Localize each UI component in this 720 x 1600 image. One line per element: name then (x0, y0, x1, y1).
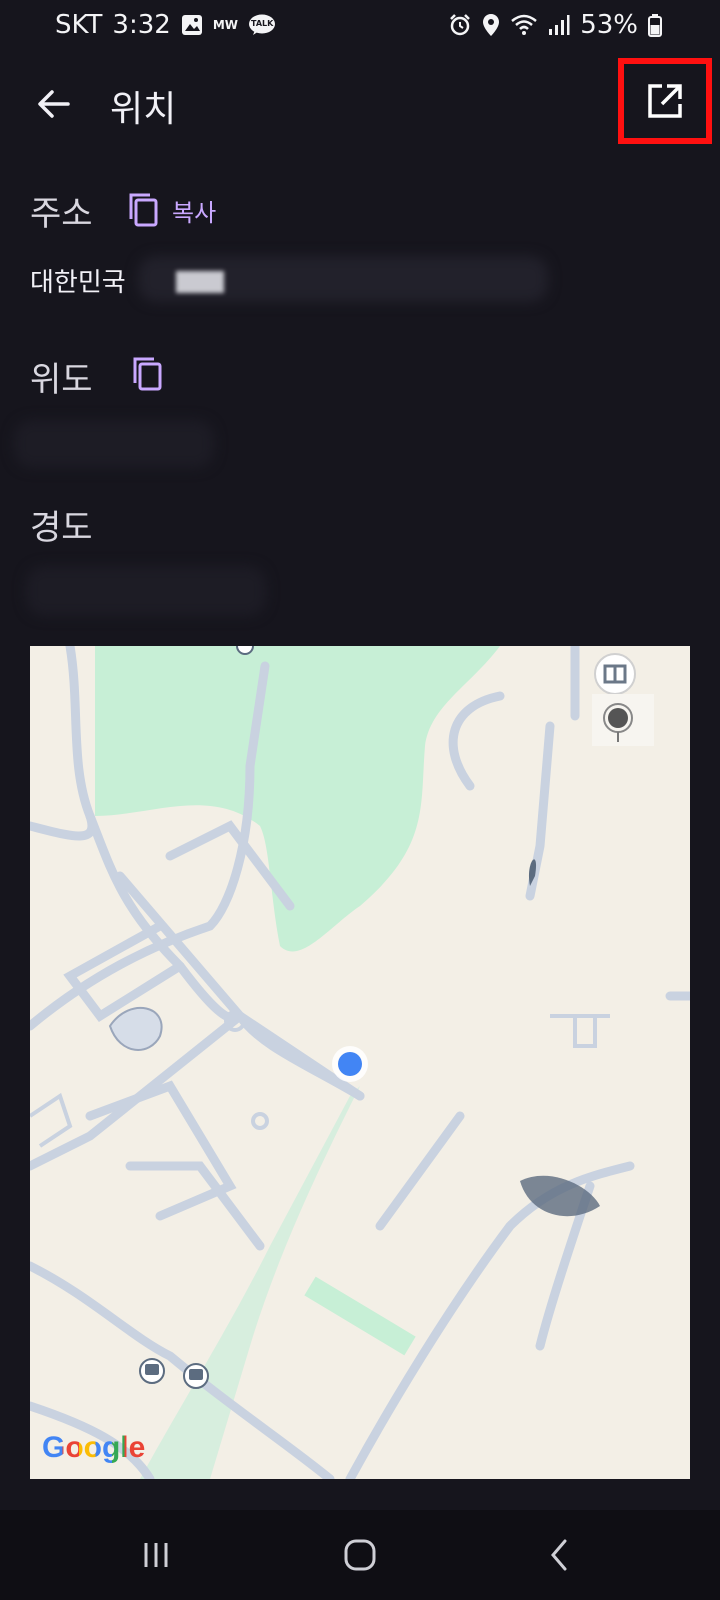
longitude-redacted (26, 566, 266, 616)
google-attribution-text: Google (42, 1431, 146, 1464)
gallery-icon (181, 14, 203, 36)
alarm-icon (448, 13, 472, 37)
longitude-label: 경도 (30, 508, 93, 548)
wifi-icon (510, 13, 538, 37)
copy-icon (133, 357, 162, 391)
mw-icon: MW (213, 18, 238, 32)
copy-label: 복사 (172, 198, 217, 227)
map-canvas (30, 646, 690, 1479)
mw-icon-text: MW (212, 18, 238, 32)
location-icon (482, 13, 500, 37)
home-icon (344, 1539, 376, 1571)
kakaotalk-icon-text: TALK (251, 19, 274, 28)
map-view[interactable]: Google (30, 646, 690, 1479)
copy-icon (129, 193, 158, 227)
arrow-left-icon (38, 90, 70, 118)
back-button[interactable] (30, 80, 78, 128)
copy-latitude-button[interactable] (132, 356, 164, 392)
recent-apps-button[interactable] (126, 1530, 186, 1580)
system-back-button[interactable] (530, 1530, 590, 1580)
status-right: 53% (448, 10, 662, 40)
address-label: 주소 (30, 194, 93, 234)
clock: 3:32 (112, 10, 171, 40)
copy-address-button[interactable]: 복사 (128, 192, 216, 228)
home-button[interactable] (330, 1530, 390, 1580)
kakaotalk-icon: TALK (248, 14, 276, 36)
latitude-redacted (14, 420, 214, 468)
carrier-label: SKT (55, 10, 103, 40)
battery-icon (648, 13, 662, 37)
battery-percent: 53% (580, 10, 638, 40)
recents-icon (144, 1543, 168, 1567)
page-title: 위치 (110, 89, 177, 130)
system-nav-bar (0, 1510, 720, 1600)
google-attribution[interactable]: Google (42, 1431, 145, 1465)
chevron-left-icon (551, 1539, 567, 1571)
open-in-new-icon (648, 84, 682, 118)
address-value: 대한민국 (30, 268, 126, 298)
status-left: SKT 3:32 MW TALK (55, 10, 276, 40)
address-redacted-fragment (176, 271, 224, 293)
app-bar: 위치 (0, 58, 720, 156)
latitude-label: 위도 (30, 360, 93, 400)
signal-icon (548, 14, 570, 36)
status-bar: SKT 3:32 MW TALK 53% (0, 0, 720, 52)
open-in-maps-button[interactable] (618, 58, 712, 144)
